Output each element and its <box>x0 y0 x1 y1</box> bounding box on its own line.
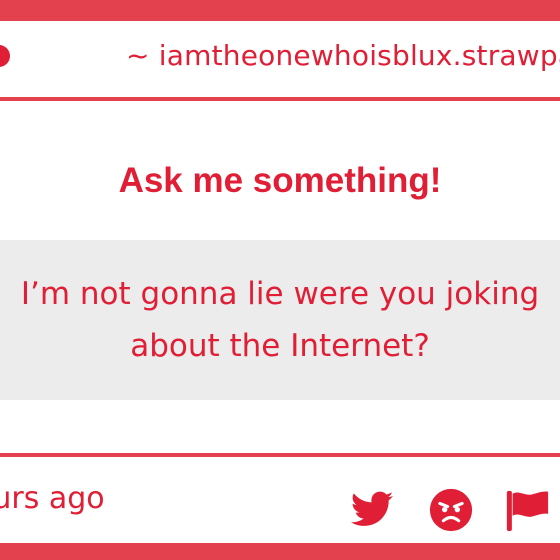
card-footer: ours ago <box>0 453 560 549</box>
question-box: I’m not gonna lie were you joking about … <box>0 240 560 400</box>
page-title: Ask me something! <box>118 161 442 200</box>
status-dot-icon <box>0 45 10 67</box>
ask-card: ~ iamtheonewhoisblux.strawpage Ask me so… <box>0 18 560 546</box>
timestamp: ours ago <box>0 481 105 516</box>
angry-face-icon[interactable] <box>428 487 474 533</box>
twitter-icon[interactable] <box>349 487 395 533</box>
flag-icon[interactable] <box>504 487 550 533</box>
url-text[interactable]: ~ iamtheonewhoisblux.strawpage <box>126 39 560 72</box>
question-text: I’m not gonna lie were you joking about … <box>20 276 540 364</box>
address-bar: ~ iamtheonewhoisblux.strawpage <box>0 21 560 101</box>
